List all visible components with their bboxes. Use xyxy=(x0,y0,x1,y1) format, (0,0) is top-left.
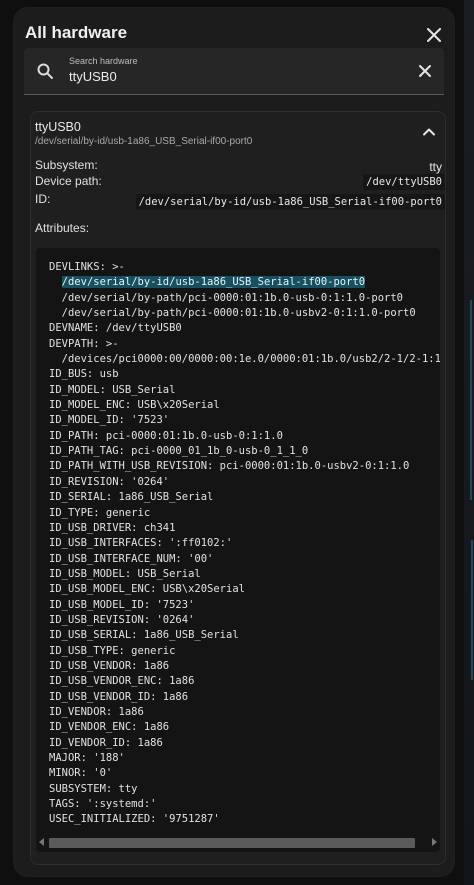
attribute-line: /devices/pci0000:00/0000:00:1e.0/0000:01… xyxy=(49,353,440,366)
device-card: ttyUSB0 /dev/serial/by-id/usb-1a86_USB_S… xyxy=(30,111,446,865)
device-path-label: Device path: xyxy=(35,174,102,188)
search-icon xyxy=(37,63,53,79)
chevron-up-icon[interactable] xyxy=(421,124,437,140)
attribute-line: ID_PATH_TAG: pci-0000_01_1b_0-usb-0_1_1_… xyxy=(49,445,309,458)
attribute-line: ID_USB_MODEL_ENC: USB\x20Serial xyxy=(49,583,245,596)
clear-icon[interactable] xyxy=(416,62,434,80)
attribute-line: ID_SERIAL: 1a86_USB_Serial xyxy=(49,491,214,504)
attribute-line: ID_VENDOR_ID: 1a86 xyxy=(49,736,163,749)
all-hardware-dialog: All hardware Search hardware ttyUSB0 tty… xyxy=(14,8,454,876)
search-input[interactable]: Search hardware ttyUSB0 xyxy=(24,48,444,95)
attribute-line: DEVNAME: /dev/ttyUSB0 xyxy=(49,322,182,335)
attribute-line: ID_VENDOR: 1a86 xyxy=(49,705,144,718)
attribute-line: DEVPATH: >- xyxy=(49,337,119,350)
attribute-line: ID_USB_REVISION: '0264' xyxy=(49,613,195,626)
attribute-line: ID_MODEL: USB_Serial xyxy=(49,383,176,396)
attribute-line: ID_USB_MODEL_ID: '7523' xyxy=(49,598,195,611)
attribute-line: ID_VENDOR_ENC: 1a86 xyxy=(49,721,170,734)
id-value: /dev/serial/by-id/usb-1a86_USB_Serial-if… xyxy=(135,194,445,210)
attribute-line: SUBSYSTEM: tty xyxy=(49,782,138,795)
attribute-line: ID_USB_INTERFACE_NUM: '00' xyxy=(49,552,214,565)
attribute-line: ID_USB_TYPE: generic xyxy=(49,644,176,657)
scroll-right-arrow[interactable] xyxy=(432,838,437,846)
scroll-left-arrow[interactable] xyxy=(39,838,44,846)
attribute-line: DEVLINKS: >- xyxy=(49,261,125,273)
attribute-line: /dev/serial/by-path/pci-0000:01:1b.0-usb… xyxy=(49,291,404,304)
attribute-line: ID_USB_VENDOR_ENC: 1a86 xyxy=(49,675,195,688)
attribute-line: MAJOR: '188' xyxy=(49,752,125,764)
close-icon xyxy=(427,28,441,42)
attribute-line: ID_BUS: usb xyxy=(49,368,119,381)
horizontal-scrollbar[interactable] xyxy=(49,838,415,848)
attribute-line: ID_USB_VENDOR: 1a86 xyxy=(49,659,170,672)
attribute-line: ID_TYPE: generic xyxy=(49,506,151,519)
device-name: ttyUSB0 xyxy=(35,120,81,134)
attribute-line: MINOR: '0' xyxy=(49,767,113,780)
id-label: ID: xyxy=(35,192,51,206)
background-app-line xyxy=(470,300,472,500)
attribute-line: /dev/serial/by-id/usb-1a86_USB_Serial-if… xyxy=(49,275,440,290)
attribute-line: ID_USB_SERIAL: 1a86_USB_Serial xyxy=(49,629,239,642)
attribute-line: ID_MODEL_ENC: USB\x20Serial xyxy=(49,399,220,412)
background-app-line xyxy=(471,540,473,680)
attribute-line: ID_USB_INTERFACES: ':ff0102:' xyxy=(49,537,233,550)
attribute-line: ID_USB_MODEL: USB_Serial xyxy=(49,567,201,580)
highlighted-text: /dev/serial/by-id/usb-1a86_USB_Serial-if… xyxy=(61,276,366,289)
attribute-line: ID_MODEL_ID: '7523' xyxy=(49,414,170,427)
attributes-label: Attributes: xyxy=(35,221,90,235)
attributes-lines: DEVLINKS: >- /dev/serial/by-id/usb-1a86_… xyxy=(49,260,440,828)
attribute-line: ID_PATH_WITH_USB_REVISION: pci-0000:01:1… xyxy=(49,460,410,473)
close-button[interactable] xyxy=(422,23,446,47)
attribute-line: ID_PATH: pci-0000:01:1b.0-usb-0:1:1.0 xyxy=(49,429,283,442)
subsystem-label: Subsystem: xyxy=(35,158,98,172)
attributes-code-block[interactable]: DEVLINKS: >- /dev/serial/by-id/usb-1a86_… xyxy=(36,248,440,852)
attribute-line: ID_REVISION: '0264' xyxy=(49,475,170,488)
device-path: /dev/serial/by-id/usb-1a86_USB_Serial-if… xyxy=(35,136,253,147)
attribute-line: ID_USB_VENDOR_ID: 1a86 xyxy=(49,690,189,703)
attribute-line: /dev/serial/by-path/pci-0000:01:1b.0-usb… xyxy=(49,307,416,320)
attribute-line: ID_USB_DRIVER: ch341 xyxy=(49,521,176,534)
background-app-edge xyxy=(464,0,474,885)
search-label: Search hardware xyxy=(69,56,138,66)
dialog-title: All hardware xyxy=(25,23,128,42)
attribute-line: TAGS: ':systemd:' xyxy=(49,798,157,811)
device-path-value: /dev/ttyUSB0 xyxy=(363,174,445,190)
search-value[interactable]: ttyUSB0 xyxy=(69,69,117,84)
attribute-line: USEC_INITIALIZED: '9751287' xyxy=(49,813,220,826)
